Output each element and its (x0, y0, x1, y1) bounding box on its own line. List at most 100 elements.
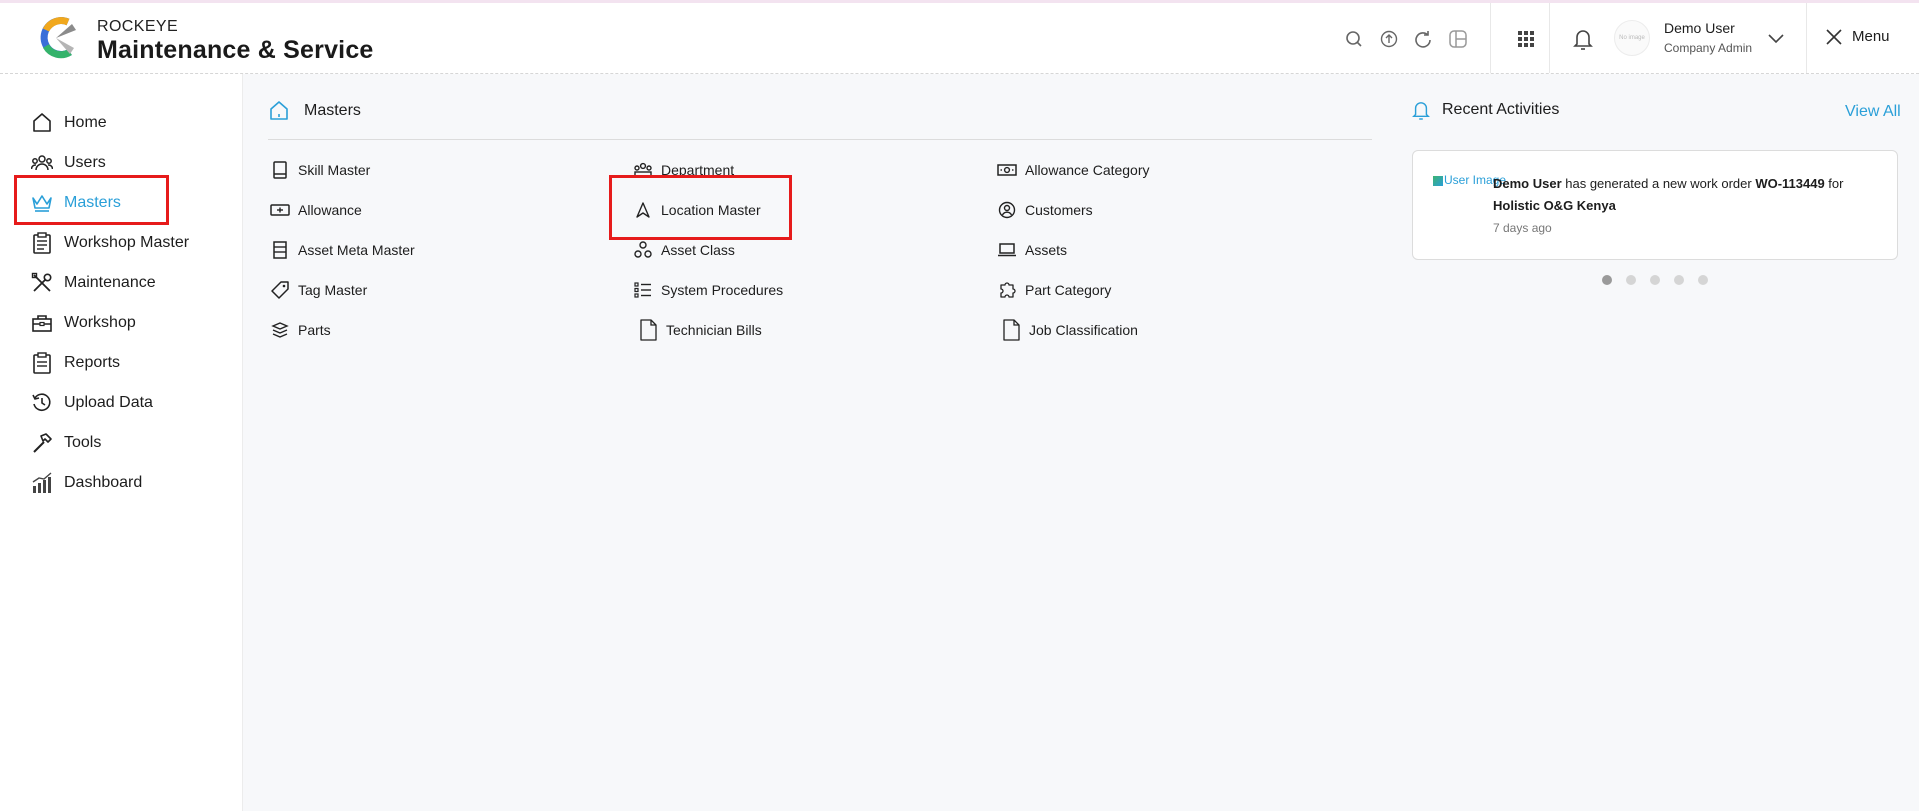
chart-icon (30, 471, 54, 495)
view-all-link[interactable]: View All (1845, 103, 1901, 121)
work-order-number[interactable]: WO-113449 (1755, 176, 1824, 191)
rockeye-logo[interactable] (38, 16, 82, 60)
toolbox-icon (30, 311, 54, 335)
navigation-icon (633, 200, 653, 220)
master-link-label: Skill Master (298, 162, 371, 178)
sidebar-item-label: Home (64, 114, 107, 131)
master-link-label: Location Master (661, 202, 761, 218)
layout-icon[interactable] (1446, 27, 1470, 51)
master-link-assets[interactable]: Assets (997, 238, 1067, 262)
department-icon (633, 160, 653, 180)
carousel-dot[interactable] (1674, 275, 1684, 285)
master-link-asset-meta-master[interactable]: Asset Meta Master (270, 238, 415, 262)
master-link-label: Customers (1025, 202, 1093, 218)
sidebar-item-maintenance[interactable]: Maintenance (30, 268, 156, 298)
sidebar-item-workshop[interactable]: Workshop (30, 308, 136, 338)
list-box-icon (270, 240, 290, 260)
carousel-dot[interactable] (1626, 275, 1636, 285)
users-icon (30, 151, 54, 175)
carousel-dots (1602, 275, 1708, 285)
sidebar-item-upload-data[interactable]: Upload Data (30, 388, 153, 418)
app-title: Maintenance & Service (97, 36, 374, 64)
sidebar-item-label: Upload Data (64, 394, 153, 411)
menu-button[interactable]: Menu (1826, 28, 1890, 45)
sidebar-item-label: Tools (64, 434, 102, 451)
upload-icon[interactable] (1377, 27, 1401, 51)
document-icon (1001, 319, 1021, 341)
master-link-allowance-category[interactable]: Allowance Category (997, 158, 1150, 182)
sidebar-item-masters[interactable]: Masters (30, 188, 121, 218)
sidebar-item-label: Workshop Master (64, 234, 190, 251)
bell-icon (1412, 102, 1430, 120)
master-link-label: Asset Meta Master (298, 242, 415, 258)
chevron-down-icon[interactable] (1764, 27, 1788, 51)
master-link-allowance[interactable]: Allowance (270, 198, 362, 222)
user-avatar[interactable]: No image (1614, 20, 1650, 56)
clipboard-icon (30, 231, 54, 255)
sidebar-item-home[interactable]: Home (30, 108, 107, 138)
carousel-dot[interactable] (1650, 275, 1660, 285)
master-link-parts[interactable]: Parts (270, 318, 331, 342)
master-link-label: Department (661, 162, 735, 178)
close-icon (1826, 28, 1842, 45)
app-header: ROCKEYE Maintenance & Service No image D… (0, 3, 1919, 74)
activity-card[interactable]: User Image Demo User has generated a new… (1412, 150, 1898, 260)
tag-icon (270, 280, 290, 300)
user-circle-icon (997, 200, 1017, 220)
sidebar-item-label: Maintenance (64, 274, 156, 291)
sidebar-item-dashboard[interactable]: Dashboard (30, 468, 142, 498)
master-link-label: Tag Master (298, 282, 368, 298)
master-link-location-master[interactable]: Location Master (633, 198, 761, 222)
master-link-label: System Procedures (661, 282, 784, 298)
report-icon (30, 351, 54, 375)
activity-user: Demo User (1493, 176, 1562, 191)
master-link-label: Part Category (1025, 282, 1112, 298)
sidebar-item-label: Reports (64, 354, 121, 371)
master-link-label: Allowance Category (1025, 162, 1150, 178)
master-link-job-classification[interactable]: Job Classification (1001, 318, 1138, 342)
carousel-dot[interactable] (1698, 275, 1708, 285)
header-divider (1806, 3, 1807, 73)
activity-company: Holistic O&G Kenya (1493, 198, 1616, 213)
allowance-icon (270, 200, 290, 220)
sidebar-item-label: Masters (64, 194, 121, 211)
master-link-skill-master[interactable]: Skill Master (270, 158, 370, 182)
sidebar-item-workshop-master[interactable]: Workshop Master (30, 228, 189, 258)
layers-icon (270, 320, 290, 340)
bell-icon[interactable] (1571, 27, 1595, 51)
hammer-icon (30, 431, 54, 455)
apps-grid-icon[interactable] (1514, 27, 1538, 51)
sidebar-item-reports[interactable]: Reports (30, 348, 120, 378)
page-title: Masters (304, 102, 361, 119)
book-icon (270, 160, 290, 180)
sidebar-item-label: Dashboard (64, 474, 143, 491)
master-link-label: Technician Bills (666, 322, 762, 338)
broken-image-icon (1433, 175, 1443, 186)
masters-header: Masters (268, 100, 361, 122)
crown-icon (30, 191, 54, 215)
cash-icon (997, 160, 1017, 180)
recent-activities-title: Recent Activities (1442, 101, 1560, 118)
user-name[interactable]: Demo User (1664, 20, 1735, 36)
nodes-icon (633, 240, 653, 260)
master-link-label: Parts (298, 322, 331, 338)
master-link-department[interactable]: Department (633, 158, 734, 182)
master-link-part-category[interactable]: Part Category (997, 278, 1111, 302)
recent-activities-header: Recent Activities (1412, 100, 1559, 120)
sidebar-item-users[interactable]: Users (30, 148, 106, 178)
tools-icon (30, 271, 54, 295)
master-link-system-procedures[interactable]: System Procedures (633, 278, 783, 302)
sidebar-item-tools[interactable]: Tools (30, 428, 101, 458)
search-icon[interactable] (1342, 27, 1366, 51)
refresh-icon[interactable] (1411, 27, 1435, 51)
master-link-tag-master[interactable]: Tag Master (270, 278, 367, 302)
activity-text: Demo User has generated a new work order… (1493, 173, 1883, 217)
carousel-dot[interactable] (1602, 275, 1612, 285)
home-icon (270, 101, 288, 120)
master-link-technician-bills[interactable]: Technician Bills (638, 318, 762, 342)
master-link-customers[interactable]: Customers (997, 198, 1093, 222)
master-link-asset-class[interactable]: Asset Class (633, 238, 735, 262)
header-divider (1549, 3, 1550, 73)
checklist-icon (633, 280, 653, 300)
activity-time: 7 days ago (1493, 221, 1552, 235)
